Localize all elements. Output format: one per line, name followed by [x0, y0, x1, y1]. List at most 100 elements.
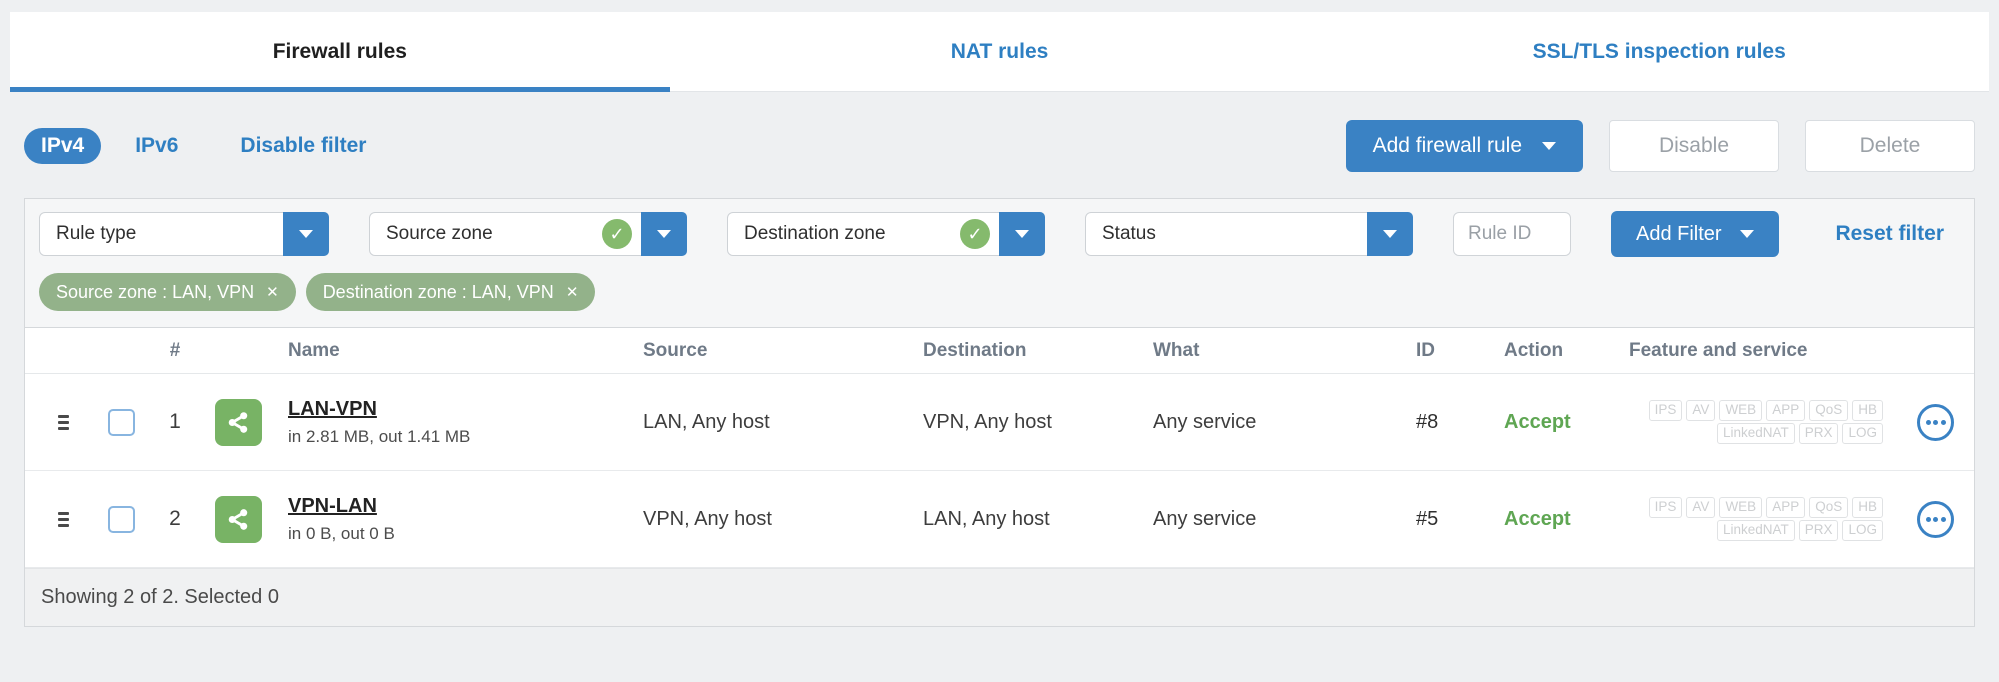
- feature-badge: QoS: [1809, 400, 1849, 421]
- rules-panel: Rule type Source zone ✓ Destination zone…: [24, 198, 1975, 627]
- ipv6-toggle[interactable]: IPv6: [135, 134, 178, 158]
- drag-handle-icon[interactable]: [57, 414, 69, 430]
- check-circle-icon: ✓: [960, 219, 990, 249]
- rules-tabbar: Firewall rules NAT rules SSL/TLS inspect…: [10, 12, 1989, 92]
- row-checkbox[interactable]: [107, 408, 135, 436]
- chevron-down-icon: [1383, 230, 1397, 238]
- status-dropdown-label: Status: [1102, 223, 1156, 244]
- source-zone-dropdown[interactable]: Source zone ✓: [369, 212, 687, 256]
- feature-badge: APP: [1766, 400, 1806, 421]
- rule-name-block: LAN-VPN in 2.81 MB, out 1.41 MB: [288, 398, 470, 447]
- network-share-icon: [215, 495, 262, 543]
- chevron-down-icon: [1739, 230, 1754, 238]
- chevron-down-icon: [657, 230, 671, 238]
- column-header-destination: Destination: [923, 339, 1027, 361]
- status-dropdown-button[interactable]: [1367, 212, 1413, 256]
- add-firewall-rule-button[interactable]: Add firewall rule: [1345, 120, 1583, 172]
- rule-type-dropdown-button[interactable]: [283, 212, 329, 256]
- active-filter-chips: Source zone : LAN, VPN ✕ Destination zon…: [25, 269, 1974, 327]
- feature-badge: AV: [1686, 497, 1716, 518]
- tab-nat-rules[interactable]: NAT rules: [670, 12, 1330, 91]
- feature-badge: PRX: [1798, 520, 1839, 541]
- feature-badge: WEB: [1719, 497, 1763, 518]
- table-footer: Showing 2 of 2. Selected 0: [25, 568, 1974, 626]
- rule-type-dropdown[interactable]: Rule type: [39, 212, 329, 256]
- destination-zone-dropdown-label: Destination zone: [744, 223, 886, 244]
- drag-handle-icon[interactable]: [57, 511, 69, 527]
- rule-action: Accept: [1504, 410, 1571, 433]
- rule-name-block: VPN-LAN in 0 B, out 0 B: [288, 495, 395, 544]
- tab-ssl-tls-inspection-rules[interactable]: SSL/TLS inspection rules: [1329, 12, 1989, 91]
- table-row: 1 LAN-VPN in 2.81 MB, out 1.41 MB LAN, A…: [25, 374, 1974, 471]
- table-row: 2 VPN-LAN in 0 B, out 0 B VPN, Any host …: [25, 471, 1974, 568]
- toolbar: IPv4 IPv6 Disable filter Add firewall ru…: [24, 120, 1975, 172]
- feature-badge: LOG: [1842, 423, 1883, 444]
- feature-badge: QoS: [1809, 497, 1849, 518]
- rule-id: #8: [1416, 410, 1439, 433]
- remove-chip-icon[interactable]: ✕: [266, 283, 279, 301]
- feature-badge: LOG: [1842, 520, 1883, 541]
- feature-badge: APP: [1766, 497, 1806, 518]
- rule-destination: LAN, Any host: [923, 507, 1050, 530]
- firewall-rules-page: Firewall rules NAT rules SSL/TLS inspect…: [0, 12, 1999, 682]
- feature-badge: LinkedNAT: [1716, 520, 1795, 541]
- add-filter-button[interactable]: Add Filter: [1611, 211, 1779, 257]
- feature-badge: LinkedNAT: [1716, 423, 1795, 444]
- row-menu-ellipsis-icon[interactable]: [1917, 500, 1954, 538]
- tab-firewall-rules[interactable]: Firewall rules: [10, 12, 670, 92]
- reset-filter-link[interactable]: Reset filter: [1835, 222, 1960, 246]
- column-header-num: #: [169, 339, 181, 361]
- source-zone-dropdown-button[interactable]: [641, 212, 687, 256]
- chip-label: Source zone : LAN, VPN: [56, 281, 255, 302]
- rule-id-input[interactable]: [1453, 212, 1571, 256]
- check-circle-icon: ✓: [602, 219, 632, 249]
- chevron-down-icon: [1542, 142, 1556, 150]
- rule-traffic: in 2.81 MB, out 1.41 MB: [288, 426, 471, 446]
- delete-button[interactable]: Delete: [1805, 120, 1975, 172]
- chevron-down-icon: [299, 230, 313, 238]
- remove-chip-icon[interactable]: ✕: [566, 283, 579, 301]
- firewall-rules-table: # Name Source Destination What ID Action…: [25, 327, 1974, 626]
- feature-badges-line2: LinkedNAT PRX LOG: [1603, 423, 1883, 444]
- rule-name-cell: VPN-LAN in 0 B, out 0 B: [203, 495, 643, 544]
- rule-position: 2: [169, 507, 181, 530]
- disable-filter-link[interactable]: Disable filter: [240, 134, 366, 158]
- column-header-name: Name: [288, 339, 340, 361]
- row-checkbox[interactable]: [107, 505, 135, 533]
- rule-name-link[interactable]: LAN-VPN: [288, 398, 470, 421]
- feature-badges: IPS AV WEB APP QoS HB LinkedNAT PRX LOG: [1603, 495, 1903, 543]
- status-dropdown[interactable]: Status: [1085, 212, 1413, 256]
- rule-action: Accept: [1504, 507, 1571, 530]
- rule-source: LAN, Any host: [643, 410, 770, 433]
- column-header-what: What: [1153, 339, 1200, 361]
- feature-badge: AV: [1686, 400, 1716, 421]
- column-header-id: ID: [1416, 339, 1435, 361]
- feature-badge: HB: [1852, 497, 1883, 518]
- feature-badges-line2: LinkedNAT PRX LOG: [1603, 520, 1883, 541]
- feature-badge: IPS: [1648, 400, 1683, 421]
- rule-position: 1: [169, 410, 181, 433]
- showing-status-text: Showing 2 of 2. Selected 0: [41, 586, 279, 608]
- chip-label: Destination zone : LAN, VPN: [322, 281, 554, 302]
- column-header-feature-and-service: Feature and service: [1629, 339, 1808, 361]
- network-share-icon: [215, 398, 262, 446]
- ipv4-toggle[interactable]: IPv4: [24, 128, 102, 164]
- add-filter-label: Add Filter: [1636, 222, 1722, 245]
- table-header-row: # Name Source Destination What ID Action…: [25, 328, 1974, 374]
- rule-what: Any service: [1153, 410, 1257, 433]
- add-firewall-rule-label: Add firewall rule: [1372, 134, 1522, 157]
- feature-badges-line1: IPS AV WEB APP QoS HB: [1603, 497, 1883, 518]
- source-zone-filter-chip: Source zone : LAN, VPN ✕: [39, 273, 296, 311]
- column-header-action: Action: [1504, 339, 1564, 361]
- row-menu-ellipsis-icon[interactable]: [1917, 403, 1954, 441]
- feature-badges-line1: IPS AV WEB APP QoS HB: [1603, 400, 1883, 421]
- feature-badge: HB: [1852, 400, 1883, 421]
- rule-name-link[interactable]: VPN-LAN: [288, 495, 395, 518]
- disable-button[interactable]: Disable: [1609, 120, 1779, 172]
- destination-zone-dropdown[interactable]: Destination zone ✓: [727, 212, 1045, 256]
- chevron-down-icon: [1015, 230, 1029, 238]
- row-menu-cell: [1917, 403, 1954, 441]
- destination-zone-dropdown-button[interactable]: [999, 212, 1045, 256]
- feature-badges: IPS AV WEB APP QoS HB LinkedNAT PRX LOG: [1603, 398, 1903, 446]
- filter-bar: Rule type Source zone ✓ Destination zone…: [25, 199, 1974, 269]
